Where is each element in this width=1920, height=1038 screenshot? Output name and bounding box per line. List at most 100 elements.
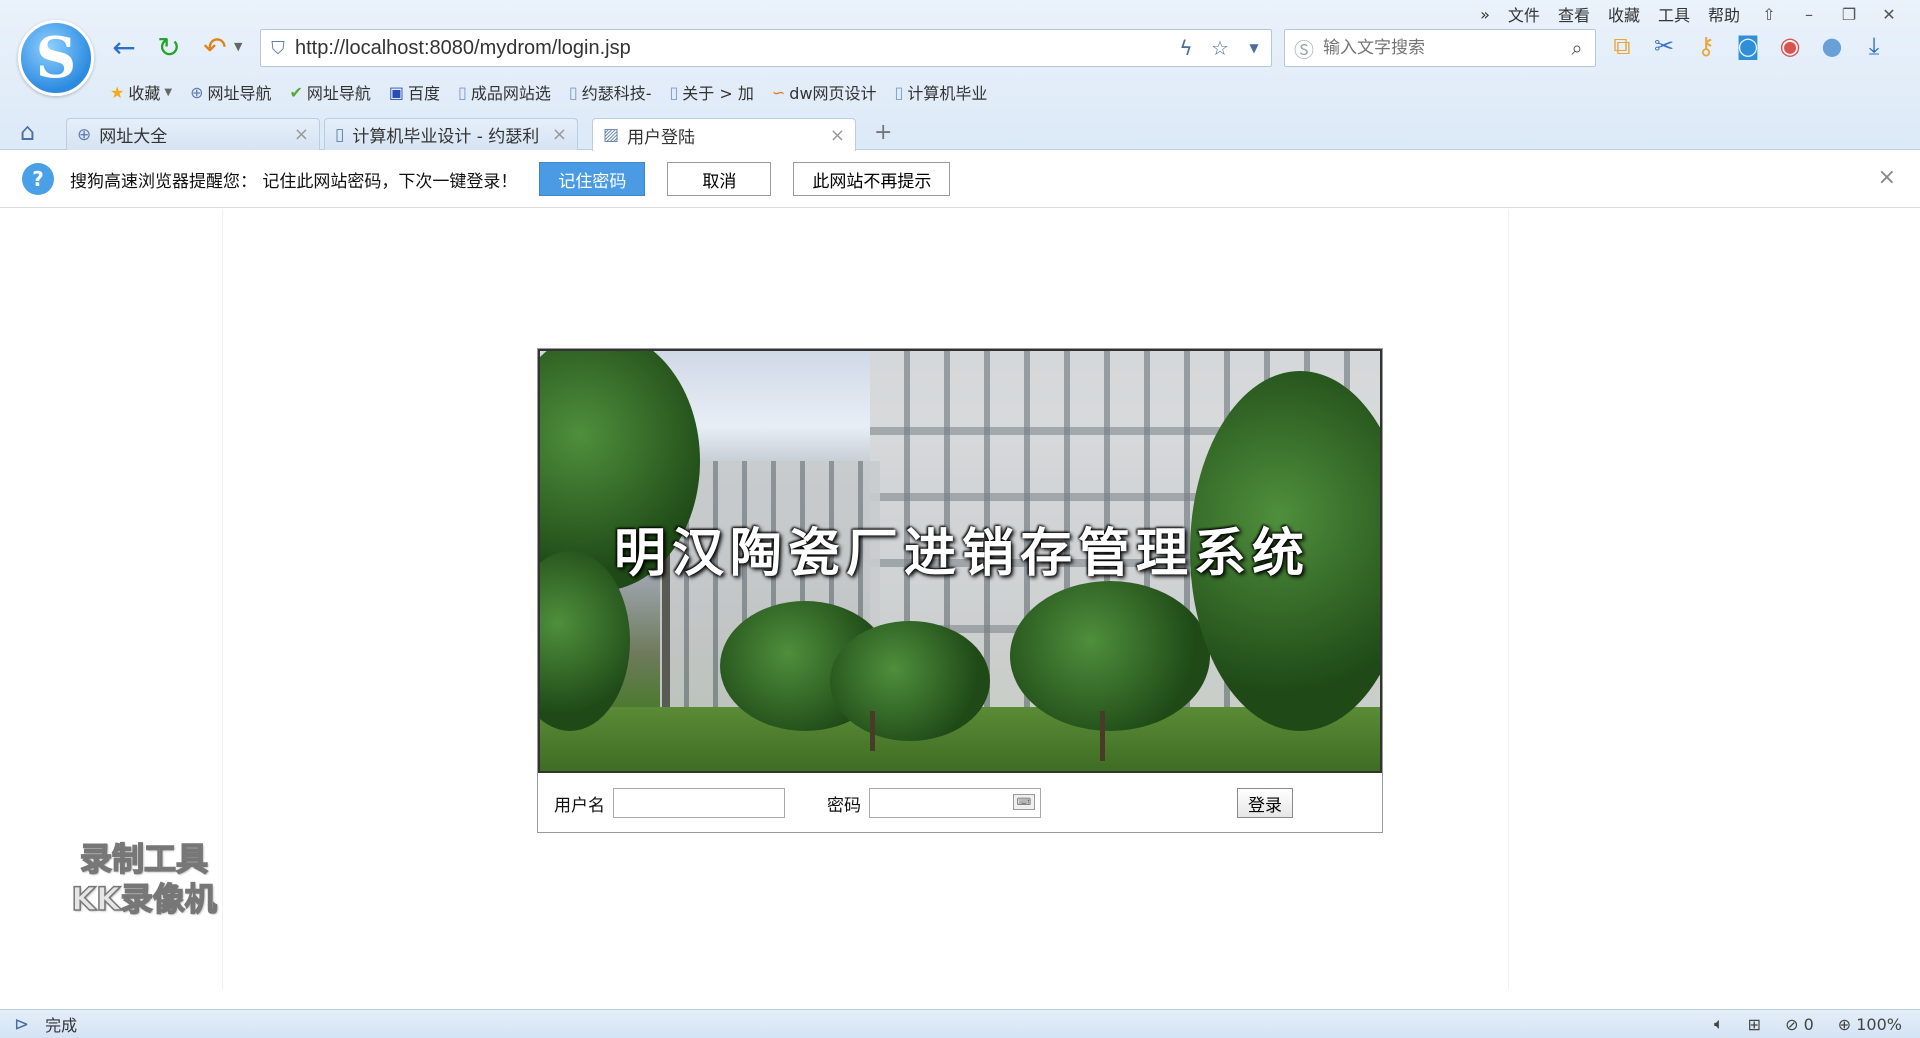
address-dropdown-icon[interactable]: ▼ [1237, 41, 1271, 55]
more-menu-icon[interactable]: » [1480, 5, 1490, 24]
baidu-icon: ▣ [388, 82, 405, 102]
close-tab-icon[interactable]: × [294, 124, 309, 145]
close-icon[interactable]: × [1878, 165, 1896, 190]
banner-image: 明汉陶瓷厂进销存管理系统 [538, 349, 1382, 773]
chart-page-icon: ▨ [603, 125, 620, 145]
recorder-watermark: 录制工具 KK录像机 [44, 839, 244, 919]
address-url[interactable]: http://localhost:8080/mydrom/login.jsp [295, 37, 1169, 60]
tab-bar: ⌂ ⊕ 网址大全 × ▯ 计算机毕业设计 - 约瑟利 × ▨ 用户登陆 × + [0, 114, 1920, 151]
volume-icon[interactable]: 🔈︎ [1714, 1014, 1724, 1034]
bookmark-item[interactable]: ▯ 计算机毕业 [895, 80, 988, 104]
bookmark-label: 收藏 [128, 84, 161, 103]
restore-session-icon[interactable]: ⧉ [1608, 32, 1636, 60]
search-icon[interactable]: ⌕ [1559, 36, 1595, 60]
menu-help[interactable]: 帮助 [1708, 2, 1740, 26]
menu-view[interactable]: 查看 [1558, 2, 1590, 26]
toolbar-icons: ⧉ ✂ ⚷ ◙ ◉ ● ⤓ [1608, 32, 1888, 60]
minimize-button[interactable]: – [1798, 5, 1820, 24]
zoom-control[interactable]: ⊕ 100% [1838, 1015, 1902, 1034]
download-icon[interactable]: ⤓ [1860, 32, 1888, 60]
watermark-line: 录制工具 [79, 839, 209, 879]
bookmark-star-icon[interactable]: ☆ [1203, 36, 1237, 60]
notification-message: 搜狗高速浏览器提醒您： 记住此网站密码，下次一键登录！ [70, 171, 518, 192]
bookmark-item[interactable]: ★ 收藏 ▼ [110, 80, 172, 104]
bookmarks-bar: ★ 收藏 ▼ ⊕ 网址导航 ✔ 网址导航 ▣ 百度 ▯ 成品网站选 ▯ 约瑟科技… [110, 78, 987, 106]
weibo-icon[interactable]: ◉ [1776, 32, 1804, 60]
divider [1508, 209, 1509, 989]
bookmark-item[interactable]: ⊕ 网址导航 [190, 80, 271, 104]
new-tab-button[interactable]: + [874, 120, 892, 145]
page-icon: ▯ [669, 82, 679, 102]
menu-tools[interactable]: 工具 [1658, 2, 1690, 26]
page-icon: ▯ [335, 124, 345, 145]
qq-icon[interactable]: ◙ [1734, 32, 1762, 60]
toolbox-icon[interactable]: ⊞ [1748, 1015, 1761, 1034]
password-label: 密码 [827, 795, 861, 816]
undo-close-button[interactable]: ↶ [198, 30, 232, 64]
tab-nav-directory[interactable]: ⊕ 网址大全 × [66, 118, 320, 150]
bookmark-item[interactable]: ✔ 网址导航 [289, 80, 370, 104]
menu-favorites[interactable]: 收藏 [1608, 2, 1640, 26]
tab-label: 用户登陆 [627, 127, 696, 148]
page-icon: ▯ [458, 82, 467, 102]
restore-button[interactable]: ❐ [1838, 5, 1860, 24]
extension-icon[interactable]: ● [1818, 32, 1846, 60]
star-icon: ★ [110, 82, 125, 102]
browser-toolbar: S » 文件 查看 收藏 工具 帮助 ⇧ – ❐ ✕ ← ↻ ↶ ▼ ⛉ htt… [0, 0, 1920, 151]
login-panel: 明汉陶瓷厂进销存管理系统 用户名 密码 ⌨ 登录 [537, 348, 1383, 833]
cancel-button[interactable]: 取消 [667, 162, 772, 196]
speed-mode-icon[interactable]: ϟ [1169, 36, 1203, 60]
tree [1010, 581, 1210, 731]
bookmark-label: 关于 > 加 [682, 84, 754, 103]
refresh-button[interactable]: ↻ [152, 30, 186, 64]
address-bar[interactable]: ⛉ http://localhost:8080/mydrom/login.jsp… [260, 29, 1272, 67]
watermark-line: KK录像机 [70, 879, 217, 919]
tree [830, 621, 990, 741]
system-title: 明汉陶瓷厂进销存管理系统 [613, 523, 1310, 584]
sogou-logo-icon[interactable]: S [18, 20, 94, 96]
search-box: Ⓢ ⌕ [1284, 29, 1596, 67]
page-icon: ▯ [894, 82, 904, 102]
status-bar: ⊳ 完成 🔈︎ ⊞ ⊘ 0 ⊕ 100% [0, 1009, 1920, 1038]
password-save-notification: ? 搜狗高速浏览器提醒您： 记住此网站密码，下次一键登录！ 记住密码 取消 此网… [0, 151, 1920, 208]
bookmark-label: 百度 [408, 84, 441, 103]
bookmark-label: 计算机毕业 [907, 84, 988, 103]
tab-graduation-design[interactable]: ▯ 计算机毕业设计 - 约瑟利 × [324, 118, 578, 150]
menu-file[interactable]: 文件 [1508, 2, 1540, 26]
tab-user-login[interactable]: ▨ 用户登陆 × [592, 118, 856, 151]
screenshot-icon[interactable]: ✂ [1650, 32, 1678, 60]
bookmark-label: 约瑟科技- [581, 84, 652, 103]
bookmark-item[interactable]: ▯ 成品网站选 [458, 80, 551, 104]
search-engine-icon[interactable]: Ⓢ [1285, 34, 1323, 63]
undo-dropdown-icon[interactable]: ▼ [234, 40, 242, 53]
keyboard-icon[interactable]: ⌨ [1013, 794, 1035, 810]
globe-icon: ⊕ [190, 82, 204, 102]
adblock-counter[interactable]: ⊘ 0 [1785, 1015, 1814, 1034]
password-field: ⌨ [869, 788, 1041, 818]
search-input[interactable] [1323, 38, 1559, 58]
never-prompt-button[interactable]: 此网站不再提示 [793, 162, 951, 196]
bookmark-item[interactable]: ∽ dw网页设计 [772, 80, 877, 104]
close-tab-icon[interactable]: × [830, 125, 845, 146]
bookmark-item[interactable]: ▯ 关于 > 加 [669, 80, 753, 104]
back-button[interactable]: ← [107, 30, 141, 64]
chevron-down-icon[interactable]: ▼ [164, 87, 172, 98]
sidebar-toggle-icon[interactable]: ⊳ [14, 1014, 29, 1035]
skin-icon[interactable]: ⇧ [1758, 5, 1780, 24]
key-icon[interactable]: ⚷ [1692, 32, 1720, 60]
bookmark-item[interactable]: ▣ 百度 [389, 80, 440, 104]
hao123-icon: ✔ [289, 82, 303, 102]
zoom-level: 100% [1856, 1014, 1902, 1034]
bookmark-label: 成品网站选 [470, 84, 551, 103]
close-tab-icon[interactable]: × [552, 124, 567, 145]
info-icon: ? [22, 163, 54, 195]
login-button[interactable]: 登录 [1237, 788, 1293, 818]
menu-bar: » 文件 查看 收藏 工具 帮助 ⇧ – ❐ ✕ [1480, 2, 1900, 26]
username-input[interactable] [613, 788, 785, 818]
home-icon[interactable]: ⌂ [20, 118, 35, 146]
remember-password-button[interactable]: 记住密码 [539, 162, 646, 196]
bookmark-item[interactable]: ▯ 约瑟科技- [569, 80, 652, 104]
globe-icon: ⊕ [77, 124, 92, 145]
bookmark-label: dw网页设计 [789, 84, 877, 103]
close-window-button[interactable]: ✕ [1878, 5, 1900, 24]
